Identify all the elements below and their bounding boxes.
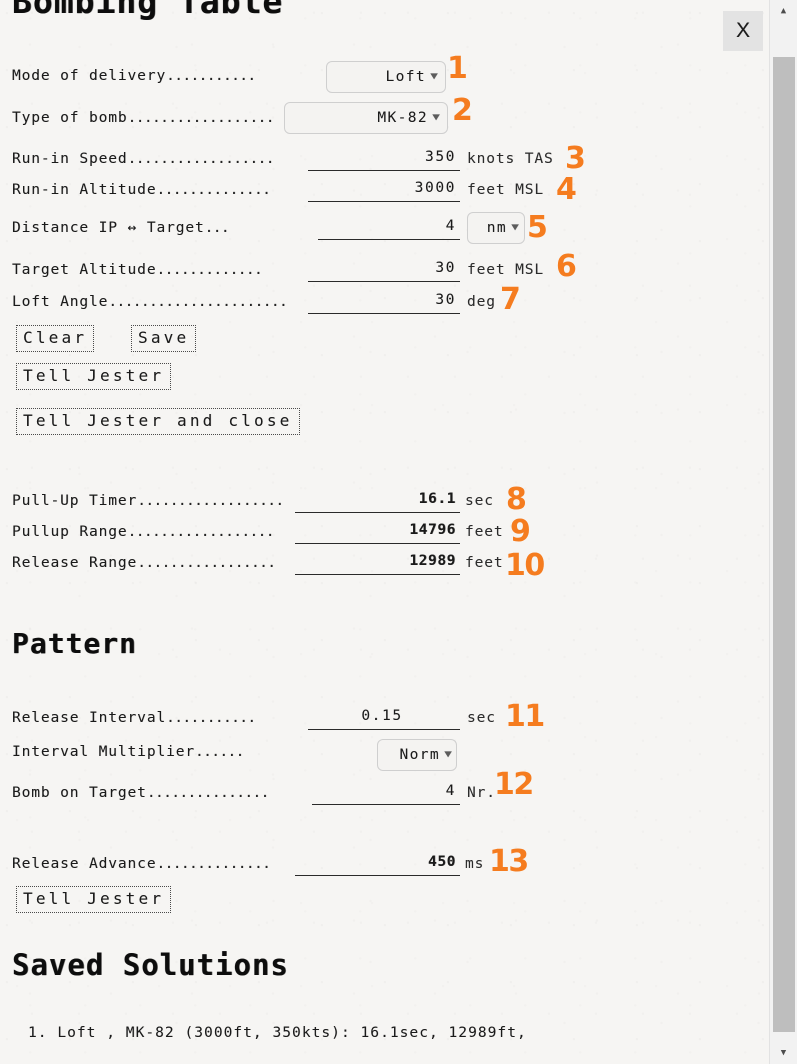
label-release-advance: Release Advance.............. [12, 856, 271, 872]
annotation-7: 7 [500, 282, 521, 317]
label-type-of-bomb: Type of bomb.................. [12, 110, 275, 126]
scrollbar-thumb[interactable] [773, 57, 795, 1032]
input-run-in-speed[interactable]: 350 [308, 147, 460, 171]
unit-target-altitude: feet MSL [467, 262, 545, 278]
label-interval-multiplier: Interval Multiplier...... [12, 744, 244, 760]
row-pullup-range: Pullup Range.................. 14796 fee… [12, 520, 772, 548]
unit-release-range: feet [465, 555, 504, 571]
annotation-12: 12 [494, 767, 534, 802]
label-target-altitude: Target Altitude............. [12, 262, 263, 278]
row-distance-ip-target: Distance IP ↔ Target... 4 nm ▼ [12, 212, 772, 244]
label-loft-angle: Loft Angle...................... [12, 294, 288, 310]
dropdown-interval-multiplier[interactable]: Norm ▼ [377, 739, 457, 771]
scroll-down-arrow-icon[interactable]: ▼ [770, 1044, 797, 1062]
unit-release-interval: sec [467, 710, 496, 726]
input-distance-ip-target[interactable]: 4 [318, 216, 460, 240]
unit-release-advance: ms [465, 856, 485, 872]
label-run-in-speed: Run-in Speed.................. [12, 151, 275, 167]
label-release-range: Release Range................. [12, 555, 276, 571]
pattern-tell-jester-button[interactable]: Tell Jester [16, 886, 172, 913]
scroll-up-arrow-icon[interactable]: ▲ [770, 2, 797, 20]
input-target-altitude[interactable]: 30 [308, 258, 460, 282]
row-loft-angle: Loft Angle...................... 30 deg [12, 290, 772, 318]
row-run-in-altitude: Run-in Altitude.............. 3000 feet … [12, 178, 772, 206]
label-pullup-range: Pullup Range.................. [12, 524, 275, 540]
tell-jester-and-close-button[interactable]: Tell Jester and close [16, 408, 300, 435]
unit-bomb-on-target: Nr. [467, 785, 496, 801]
label-pull-up-timer: Pull-Up Timer.................. [12, 493, 284, 509]
row-target-altitude: Target Altitude............. 30 feet MSL [12, 258, 772, 286]
unit-run-in-speed: knots TAS [467, 151, 554, 167]
unit-pullup-range: feet [465, 524, 504, 540]
input-bomb-on-target[interactable]: 4 [312, 781, 460, 805]
output-pullup-range: 14796 [295, 520, 460, 544]
row-release-range: Release Range................. 12989 fee… [12, 551, 772, 579]
row-mode-of-delivery: Mode of delivery........... Loft ▼ [12, 61, 772, 93]
annotation-13: 13 [489, 844, 529, 879]
annotation-8: 8 [506, 482, 527, 517]
row-interval-multiplier: Interval Multiplier...... Norm ▼ [12, 739, 772, 771]
row-pull-up-timer: Pull-Up Timer.................. 16.1 sec [12, 489, 772, 517]
chevron-down-icon: ▼ [432, 112, 440, 123]
output-release-range: 12989 [295, 551, 460, 575]
annotation-11: 11 [505, 699, 545, 734]
dropdown-type-of-bomb[interactable]: MK-82 ▼ [284, 102, 448, 134]
row-run-in-speed: Run-in Speed.................. 350 knots… [12, 147, 772, 175]
output-release-advance: 450 [295, 852, 460, 876]
row-release-advance: Release Advance.............. 450 ms [12, 852, 772, 880]
dropdown-distance-unit[interactable]: nm ▼ [467, 212, 525, 244]
dropdown-mode-of-delivery[interactable]: Loft ▼ [326, 61, 446, 93]
label-release-interval: Release Interval........... [12, 710, 256, 726]
annotation-5: 5 [527, 210, 548, 245]
clear-button[interactable]: Clear [16, 325, 95, 352]
row-release-interval: Release Interval........... 0.15 sec [12, 706, 772, 734]
label-distance-ip-target: Distance IP ↔ Target... [12, 220, 230, 236]
input-run-in-altitude[interactable]: 3000 [308, 178, 460, 202]
input-loft-angle[interactable]: 30 [308, 290, 460, 314]
row-type-of-bomb: Type of bomb.................. MK-82 ▼ [12, 102, 772, 134]
label-run-in-altitude: Run-in Altitude.............. [12, 182, 271, 198]
label-mode-of-delivery: Mode of delivery........... [12, 68, 256, 84]
label-bomb-on-target: Bomb on Target............... [12, 785, 269, 801]
unit-pull-up-timer: sec [465, 493, 494, 509]
output-pull-up-timer: 16.1 [295, 489, 460, 513]
pattern-heading: Pattern [12, 627, 138, 660]
row-bomb-on-target: Bomb on Target............... 4 Nr. [12, 781, 772, 809]
chevron-down-icon: ▼ [511, 222, 519, 233]
annotation-10: 10 [505, 548, 545, 583]
save-button[interactable]: Save [131, 325, 197, 352]
annotation-1: 1 [447, 51, 468, 86]
unit-run-in-altitude: feet MSL [467, 182, 545, 198]
page-title: Bombing Table [12, 0, 284, 21]
annotation-4: 4 [556, 172, 577, 207]
annotation-6: 6 [556, 249, 577, 284]
unit-loft-angle: deg [467, 294, 496, 310]
tell-jester-button[interactable]: Tell Jester [16, 363, 172, 390]
chevron-down-icon: ▼ [430, 71, 438, 82]
scrollbar[interactable]: ▲ ▼ [769, 0, 797, 1064]
bombing-table-page: Bombing Table X Mode of delivery........… [0, 0, 797, 1064]
annotation-3: 3 [565, 141, 586, 176]
annotation-9: 9 [510, 514, 531, 549]
paper-sheet: Bombing Table X Mode of delivery........… [0, 0, 770, 1064]
annotation-2: 2 [452, 93, 473, 128]
close-icon[interactable]: X [723, 11, 763, 51]
input-release-interval[interactable]: 0.15 [308, 706, 460, 730]
saved-solutions-heading: Saved Solutions [12, 948, 289, 982]
chevron-down-icon: ▼ [444, 749, 452, 760]
saved-solution-item[interactable]: 1. Loft , MK-82 (3000ft, 350kts): 16.1se… [28, 1022, 788, 1044]
